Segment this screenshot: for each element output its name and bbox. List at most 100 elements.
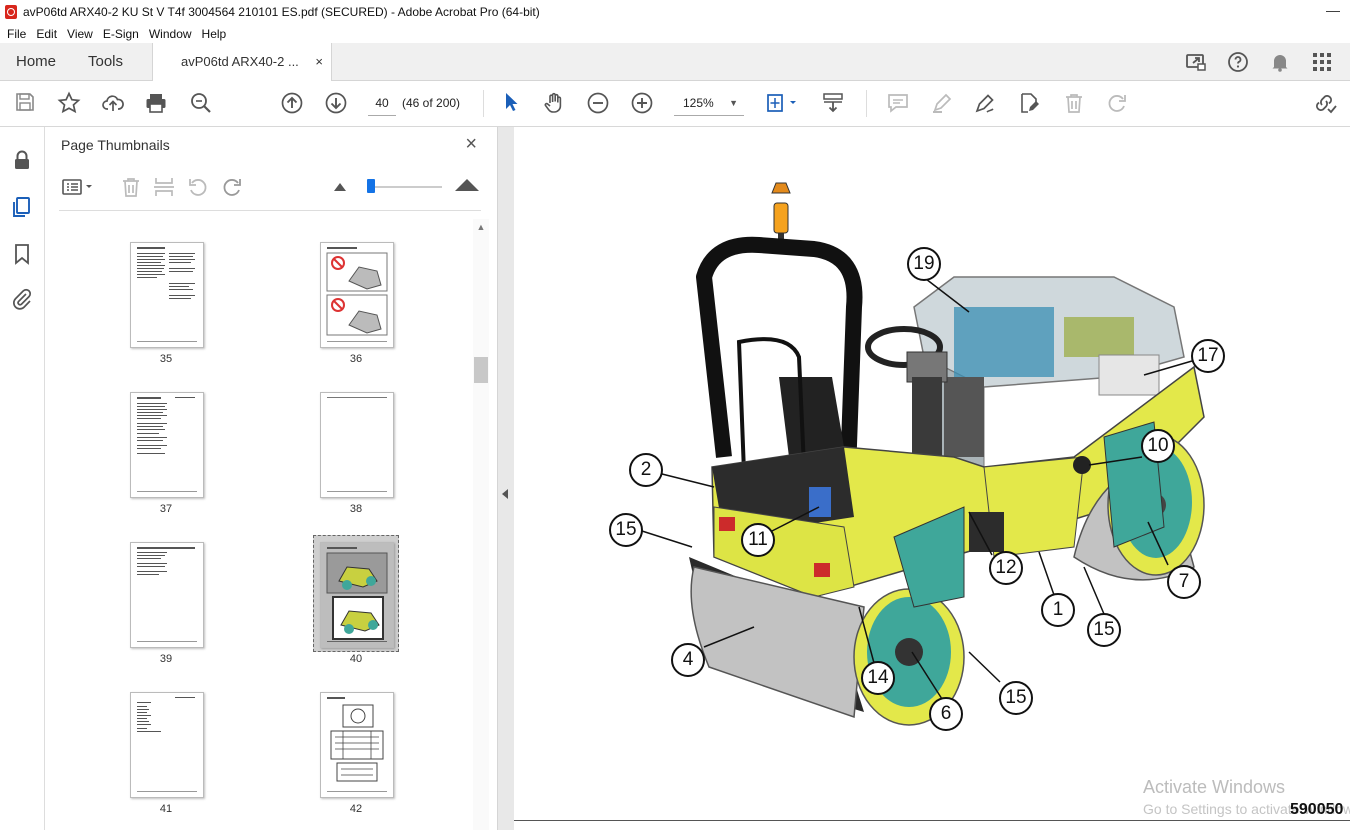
comment-icon[interactable] [885,91,911,117]
menu-edit[interactable]: Edit [36,27,57,41]
tab-tools[interactable]: Tools [88,43,123,80]
previous-page-icon[interactable] [279,91,305,117]
draw-sign-icon[interactable] [972,91,998,117]
share-link-icon[interactable] [1312,91,1338,117]
zoom-search-icon[interactable] [188,91,214,117]
thumbnail-label: 42 [349,803,363,815]
menu-help[interactable]: Help [202,27,227,41]
tab-home[interactable]: Home [16,43,56,80]
tab-document-label: avP06td ARX40-2 ... [181,54,299,69]
scroll-up-icon[interactable]: ▲ [473,219,489,235]
panel-close-icon[interactable]: × [465,133,477,156]
menu-bar: File Edit View E-Sign Window Help [0,24,1350,43]
callout-label: 15 [1087,613,1121,647]
thumbnail-page-39[interactable] [130,542,204,648]
callout-label: 6 [929,697,963,731]
select-cursor-icon[interactable] [498,91,524,117]
rotate-right-icon[interactable] [220,175,244,199]
extract-pages-icon[interactable] [152,175,176,199]
save-icon[interactable] [12,91,38,117]
callout-label: 4 [671,643,705,677]
callout-label: 14 [861,661,895,695]
callout-label: 2 [629,453,663,487]
share-screen-icon[interactable] [1184,50,1208,74]
attachments-icon[interactable] [10,287,34,311]
thumbnail-page-38[interactable] [320,392,394,498]
menu-file[interactable]: File [7,27,26,41]
thumbnail-page-36[interactable] [320,242,394,348]
thumbnail-large-icon[interactable] [455,179,479,191]
next-page-icon[interactable] [323,91,349,117]
thumbnails-scrollbar[interactable] [473,219,489,830]
header-icons [1184,50,1334,74]
fit-page-icon[interactable] [764,91,804,117]
scrollbar-thumb[interactable] [474,357,488,383]
rotate-left-icon[interactable] [186,175,210,199]
bookmarks-icon[interactable] [10,242,34,266]
collapse-panel-icon[interactable] [502,489,508,499]
chevron-down-icon: ▼ [729,98,738,108]
help-icon[interactable] [1226,50,1250,74]
window-title: avP06td ARX40-2 KU St V T4f 3004564 2101… [23,5,540,19]
callout-label: 17 [1191,339,1225,373]
hand-tool-icon[interactable] [541,91,567,117]
page-thumbnails-panel: Page Thumbnails × [45,127,497,830]
panel-splitter[interactable] [497,127,515,830]
apps-grid-icon[interactable] [1310,50,1334,74]
menu-esign[interactable]: E-Sign [103,27,139,41]
callout-label: 10 [1141,429,1175,463]
lock-icon[interactable] [10,148,34,172]
callout-label: 11 [741,523,775,557]
left-rail [0,127,45,830]
thumbnail-size-slider-handle[interactable] [367,179,375,193]
zoom-out-icon[interactable] [585,91,611,117]
thumbnail-page-41[interactable] [130,692,204,798]
delete-pages-icon[interactable] [119,175,143,199]
scroll-mode-icon[interactable] [820,91,846,117]
menu-view[interactable]: View [67,27,93,41]
thumbnail-label: 40 [349,653,363,665]
thumbnail-label: 41 [159,803,173,815]
panel-title: Page Thumbnails [61,137,170,153]
bookmark-star-icon[interactable] [56,91,82,117]
upload-cloud-icon[interactable] [100,91,126,117]
thumbnail-page-40[interactable] [320,542,394,648]
callout-label: 19 [907,247,941,281]
page-number-input[interactable]: 40 [368,91,396,116]
minimize-button[interactable]: — [1326,2,1340,18]
tab-document[interactable]: avP06td ARX40-2 ... × [152,43,332,81]
thumbnail-label: 36 [349,353,363,365]
delete-icon[interactable] [1061,91,1087,117]
panel-toolbar [59,175,479,205]
title-bar: avP06td ARX40-2 KU St V T4f 3004564 2101… [0,0,1350,24]
thumbnail-options-icon[interactable] [61,175,97,199]
thumbnail-label: 39 [159,653,173,665]
edit-pdf-icon[interactable] [1016,91,1042,117]
thumbnail-label: 35 [159,353,173,365]
zoom-value: 125% [683,96,714,110]
callout-label: 12 [989,551,1023,585]
redo-icon[interactable] [1104,91,1130,117]
callout-label: 1 [1041,593,1075,627]
thumbnail-page-42[interactable] [320,692,394,798]
menu-window[interactable]: Window [149,27,192,41]
zoom-in-icon[interactable] [629,91,655,117]
tab-bar: Home Tools avP06td ARX40-2 ... × [0,43,1350,81]
thumbnail-page-35[interactable] [130,242,204,348]
page-count-label: (46 of 200) [402,96,461,110]
print-icon[interactable] [143,91,169,117]
page-code: 590050 [1290,801,1344,818]
page-thumbnails-icon[interactable] [10,195,34,219]
callout-label: 7 [1167,565,1201,599]
pdf-file-icon [5,5,17,19]
thumbnail-page-37[interactable] [130,392,204,498]
highlight-pen-icon[interactable] [929,91,955,117]
callout-label: 15 [999,681,1033,715]
thumbnail-label: 37 [159,503,173,515]
tab-close-icon[interactable]: × [315,43,323,80]
notification-bell-icon[interactable] [1268,50,1292,74]
thumbnail-small-icon[interactable] [334,183,346,191]
thumbnail-size-slider[interactable] [370,186,442,188]
zoom-select[interactable]: 125% ▼ [674,91,744,116]
page-footer-rule [514,820,1350,821]
